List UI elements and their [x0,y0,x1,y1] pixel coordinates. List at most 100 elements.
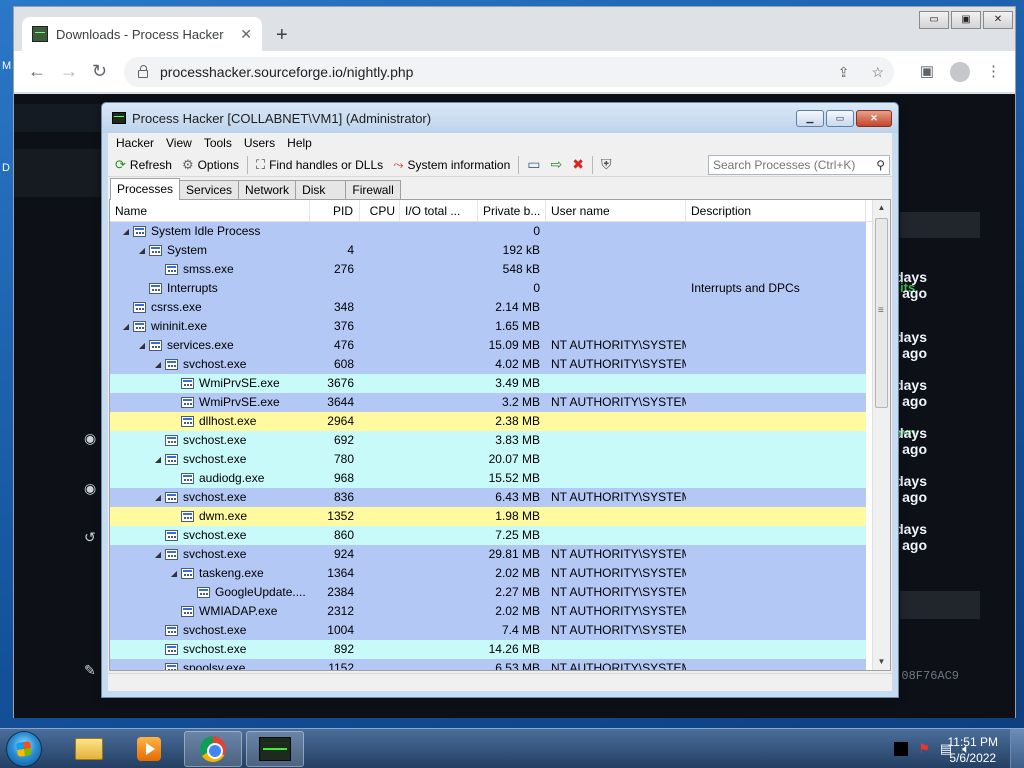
tab-disk[interactable]: Disk [295,180,347,200]
menu-help[interactable]: Help [281,136,318,150]
maximize-button[interactable]: ▣ [951,11,981,29]
column-header-private-bytes[interactable]: Private b... [478,200,546,221]
expand-toggle-icon[interactable]: ◢ [154,355,162,374]
taskbar-chrome[interactable] [184,731,242,767]
shield-icon[interactable]: ⛨ [596,156,617,173]
new-tab-icon[interactable]: + [276,25,288,45]
system-information-button[interactable]: ⤳ System information [388,157,515,173]
refresh-button[interactable]: ⟳ Refresh [110,157,177,173]
github-icon[interactable]: ◉ [84,480,100,496]
table-row[interactable]: WmiPrvSE.exe 3644 3.2 MB NT AUTHORITY\SYSTE… [110,393,866,412]
tab-processes[interactable]: Processes [110,178,181,200]
column-header-io-total[interactable]: I/O total ... [400,200,478,221]
show-desktop-button[interactable] [1010,729,1024,768]
reload-icon[interactable]: ↻ [92,61,107,81]
process-window-icon [133,226,146,237]
scrollbar-thumb[interactable] [875,218,888,408]
profile-avatar-icon[interactable] [950,62,970,82]
expand-toggle-icon[interactable]: ◢ [154,488,162,507]
tab-services[interactable]: Services [179,180,240,200]
table-row[interactable]: ◢ svchost.exe 608 4.02 MB NT AUTHORITY\SYSTE… [110,355,866,374]
column-header-cpu[interactable]: CPU [360,200,400,221]
table-row[interactable]: svchost.exe 692 3.83 MB [110,431,866,450]
expand-toggle-icon[interactable]: ◢ [138,241,146,260]
table-row[interactable]: dwm.exe 1352 1.98 MB [110,507,866,526]
taskbar-clock[interactable]: 11:51 PM 5/6/2022 [948,734,998,766]
table-row[interactable]: ◢ svchost.exe 780 20.07 MB [110,450,866,469]
menu-tools[interactable]: Tools [198,136,238,150]
edit-icon[interactable]: ✎ [84,662,100,678]
bookmark-star-icon[interactable]: ☆ [871,64,884,81]
menu-hacker[interactable]: Hacker [110,136,160,150]
table-row[interactable]: ◢ wininit.exe 376 1.65 MB [110,317,866,336]
table-row[interactable]: dllhost.exe 2964 2.38 MB [110,412,866,431]
options-button[interactable]: ⚙ Options [177,157,244,173]
expand-toggle-icon[interactable]: ◢ [154,450,162,469]
expand-toggle-icon[interactable]: ◢ [138,336,146,355]
taskbar-process-hacker[interactable] [246,731,304,767]
start-button[interactable] [6,731,42,767]
terminate-x-icon[interactable]: ✖ [567,156,589,173]
ph-close-button[interactable]: ✕ [856,109,892,127]
tab-firewall[interactable]: Firewall [345,180,401,200]
table-row[interactable]: smss.exe 276 548 kB [110,260,866,279]
expand-toggle-icon[interactable]: ◢ [122,317,130,336]
table-row[interactable]: ◢ taskeng.exe 1364 2.02 MB NT AUTHORITY\SYST… [110,564,866,583]
ph-titlebar[interactable]: Process Hacker [COLLABNET\VM1] (Administ… [102,103,898,133]
table-row[interactable]: svchost.exe 860 7.25 MB [110,526,866,545]
table-row[interactable]: ◢ System Idle Process 0 [110,222,866,241]
scroll-up-arrow-icon[interactable]: ▲ [873,200,890,216]
tray-app-icon[interactable] [894,742,909,756]
github-icon[interactable]: ◉ [84,430,100,446]
back-arrow-icon[interactable]: ← [28,61,46,81]
menu-users[interactable]: Users [238,136,281,150]
table-row[interactable]: Interrupts 0 Interrupts and DPCs [110,279,866,298]
forward-arrow-icon[interactable]: → [60,61,78,81]
search-processes-box[interactable]: ⚲ [708,154,890,175]
history-icon[interactable]: ↺ [84,529,100,545]
column-header-user-name[interactable]: User name [546,200,686,221]
taskbar-media-player[interactable] [120,731,178,767]
menu-kebab-icon[interactable]: ⋮ [986,62,1001,82]
window-icon[interactable]: ▭ [522,156,545,173]
table-row[interactable]: ◢ svchost.exe 924 29.81 MB NT AUTHORITY\SYST… [110,545,866,564]
table-row[interactable]: spoolsv.exe 1152 6.53 MB NT AUTHORITY\SYSTE… [110,659,866,670]
expand-toggle-icon[interactable]: ◢ [154,545,162,564]
scroll-down-arrow-icon[interactable]: ▼ [873,654,890,670]
browser-tab[interactable]: Downloads - Process Hacker ✕ [22,17,262,51]
table-row[interactable]: csrss.exe 348 2.14 MB [110,298,866,317]
table-row[interactable]: ◢ svchost.exe 836 6.43 MB NT AUTHORITY\SYSTE… [110,488,866,507]
close-button[interactable]: ✕ [983,11,1013,29]
tab-close-icon[interactable]: ✕ [240,26,252,43]
expand-toggle-icon[interactable]: ◢ [170,564,178,583]
table-row[interactable]: GoogleUpdate.... 2384 2.27 MB NT AUTHORITY\… [110,583,866,602]
window-arrow-icon[interactable]: ⇨ [545,156,567,173]
menu-view[interactable]: View [160,136,198,150]
ph-maximize-button[interactable]: ▭ [826,109,854,127]
process-name-cell: GoogleUpdate.... [110,583,310,602]
column-header-name[interactable]: Name [110,200,310,221]
share-icon[interactable]: ⇪ [838,64,850,81]
find-handles-button[interactable]: ⛶ Find handles or DLLs [251,157,388,173]
minimize-button[interactable]: ▭ [919,11,949,29]
table-row[interactable]: WmiPrvSE.exe 3676 3.49 MB [110,374,866,393]
address-bar[interactable]: processhacker.sourceforge.io/nightly.php… [124,57,894,87]
table-row[interactable]: ◢ services.exe 476 15.09 MB NT AUTHORITY\SYS… [110,336,866,355]
action-center-flag-icon[interactable]: ⚑ [918,741,930,757]
side-panel-icon[interactable]: ▣ [920,62,934,82]
column-header-description[interactable]: Description [686,200,866,221]
expand-toggle-icon[interactable]: ◢ [122,222,130,241]
column-header-pid[interactable]: PID [310,200,360,221]
search-processes-input[interactable] [713,157,877,172]
table-row[interactable]: svchost.exe 892 14.26 MB [110,640,866,659]
process-name-cell: smss.exe [110,260,310,279]
search-icon[interactable]: ⚲ [876,158,885,172]
table-row[interactable]: WMIADAP.exe 2312 2.02 MB NT AUTHORITY\SYSTE… [110,602,866,621]
vertical-scrollbar[interactable]: ▲ ▼ [872,200,890,670]
taskbar-explorer[interactable] [60,731,118,767]
table-row[interactable]: ◢ System 4 192 kB [110,241,866,260]
table-row[interactable]: audiodg.exe 968 15.52 MB [110,469,866,488]
tab-network[interactable]: Network [238,180,297,200]
ph-minimize-button[interactable]: ▁ [796,109,824,127]
table-row[interactable]: svchost.exe 1004 7.4 MB NT AUTHORITY\SYSTEM [110,621,866,640]
